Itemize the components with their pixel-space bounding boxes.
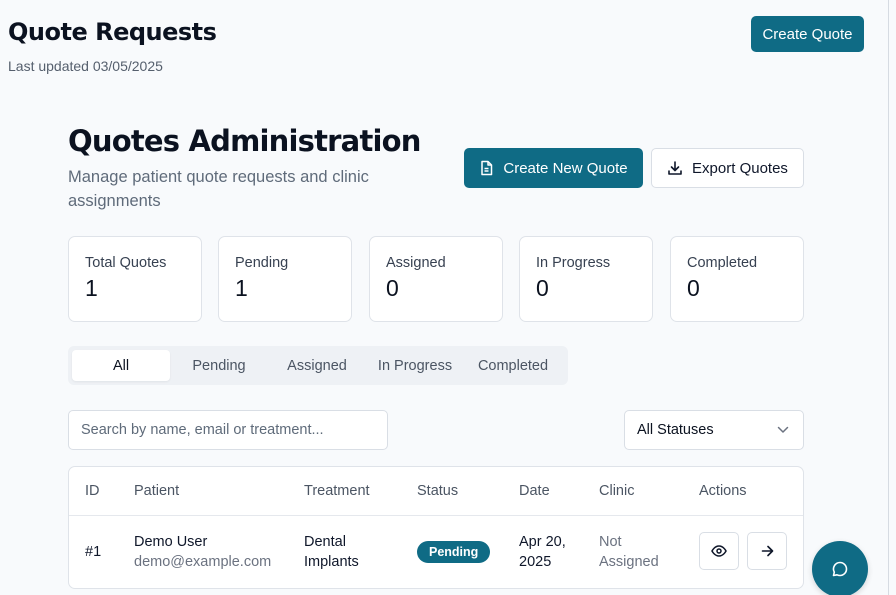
clinic-line: Assigned (599, 554, 659, 570)
tab-completed[interactable]: Completed (464, 350, 562, 381)
column-header: ID (85, 483, 100, 499)
column-header: Treatment (304, 483, 370, 499)
status-badge: Pending (417, 541, 491, 563)
tab-assigned[interactable]: Assigned (268, 350, 366, 381)
page-title: Quote Requests (8, 18, 217, 46)
stat-label: In Progress (536, 255, 611, 271)
file-icon (479, 160, 494, 176)
column-header: Status (417, 483, 459, 499)
create-new-quote-label: Create New Quote (503, 159, 628, 177)
stat-card-in-progress: In Progress 0 (519, 236, 653, 322)
stat-value: 1 (85, 275, 98, 301)
stat-value: 1 (235, 275, 248, 301)
export-quotes-label: Export Quotes (692, 159, 788, 177)
status-select[interactable]: All Statuses (624, 410, 804, 450)
table-row[interactable]: #1 Demo User demo@example.com Dental Imp… (69, 516, 803, 588)
scroll-edge (888, 0, 896, 595)
column-header: Date (519, 483, 550, 499)
patient-name: Demo User (134, 534, 208, 550)
quote-id: #1 (85, 544, 102, 560)
stat-card-total: Total Quotes 1 (68, 236, 202, 322)
stat-value: 0 (687, 275, 700, 301)
stat-card-completed: Completed 0 (670, 236, 804, 322)
admin-subtitle: Manage patient quote requests and clinic… (68, 168, 369, 210)
search-input[interactable] (68, 410, 388, 450)
stat-label: Total Quotes (85, 255, 167, 271)
date-line: Apr 20, (519, 534, 566, 550)
status-select-value: All Statuses (637, 422, 714, 438)
table-header: ID Patient Treatment Status Date Clinic … (69, 467, 803, 516)
chat-button[interactable] (812, 541, 868, 595)
tab-all[interactable]: All (72, 350, 170, 381)
stat-card-assigned: Assigned 0 (369, 236, 503, 322)
stat-value: 0 (536, 275, 549, 301)
arrow-right-icon (761, 545, 774, 557)
stat-label: Completed (687, 255, 758, 271)
column-header: Clinic (599, 483, 635, 499)
stat-value: 0 (386, 275, 399, 301)
clinic-line: Not (599, 534, 622, 550)
chat-icon (831, 560, 849, 578)
treatment-line: Implants (304, 554, 359, 570)
status-tabs: All Pending Assigned In Progress Complet… (68, 346, 568, 385)
view-quote-button[interactable] (699, 532, 739, 570)
column-header: Actions (699, 483, 747, 499)
eye-icon (711, 545, 727, 557)
chevron-down-icon (777, 426, 789, 434)
treatment-line: Dental (304, 534, 346, 550)
download-icon (667, 160, 683, 176)
tab-in-progress[interactable]: In Progress (366, 350, 464, 381)
stat-card-pending: Pending 1 (218, 236, 352, 322)
date-line: 2025 (519, 554, 552, 570)
stat-label: Pending (235, 255, 289, 271)
quotes-table: ID Patient Treatment Status Date Clinic … (68, 466, 804, 589)
export-quotes-button[interactable]: Export Quotes (651, 148, 804, 188)
open-quote-button[interactable] (747, 532, 787, 570)
patient-email: demo@example.com (134, 554, 272, 570)
stat-label: Assigned (386, 255, 446, 271)
create-new-quote-button[interactable]: Create New Quote (464, 148, 643, 188)
last-updated: Last updated 03/05/2025 (8, 58, 163, 74)
tab-pending[interactable]: Pending (170, 350, 268, 381)
column-header: Patient (134, 483, 180, 499)
create-quote-button[interactable]: Create Quote (751, 16, 864, 52)
admin-title: Quotes Administration (68, 124, 421, 158)
